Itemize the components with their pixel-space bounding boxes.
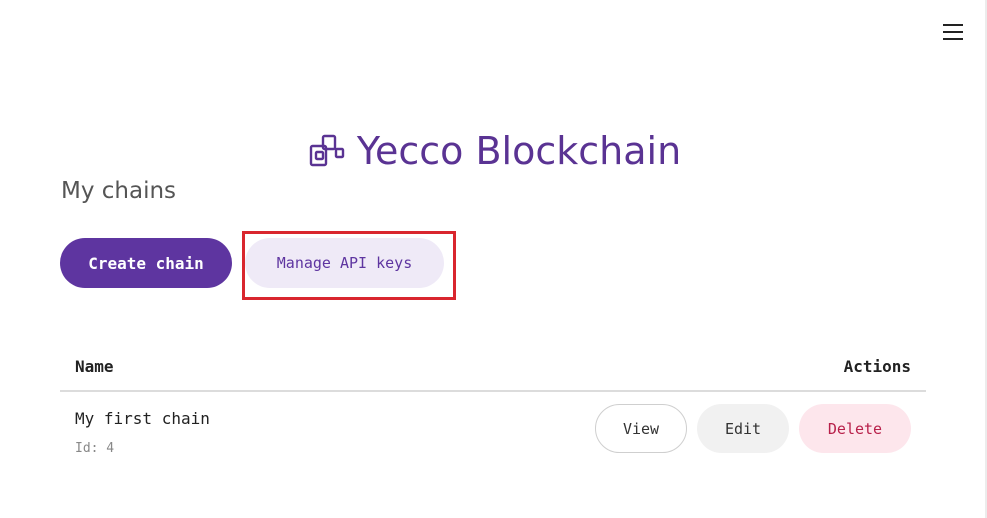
delete-chain-button[interactable]: Delete — [799, 404, 911, 453]
create-chain-button[interactable]: Create chain — [60, 238, 232, 288]
view-chain-button[interactable]: View — [595, 404, 687, 453]
hamburger-menu-icon — [943, 24, 963, 26]
hamburger-menu-icon-line — [943, 31, 963, 33]
brand-header: Yecco Blockchain — [0, 124, 987, 178]
brand-title: Yecco Blockchain — [356, 129, 682, 173]
hamburger-menu-button[interactable] — [943, 24, 964, 40]
hamburger-menu-icon-line — [943, 38, 963, 40]
page-title: My chains — [61, 178, 177, 204]
chain-id: Id: 4 — [75, 441, 115, 456]
chain-name: My first chain — [75, 409, 210, 428]
table-header-name: Name — [75, 357, 114, 376]
table-header-actions: Actions — [843, 357, 911, 376]
table-header-divider — [60, 390, 926, 392]
manage-api-keys-button[interactable]: Manage API keys — [245, 238, 444, 288]
edit-chain-button[interactable]: Edit — [697, 404, 789, 453]
blocks-icon — [309, 134, 345, 167]
